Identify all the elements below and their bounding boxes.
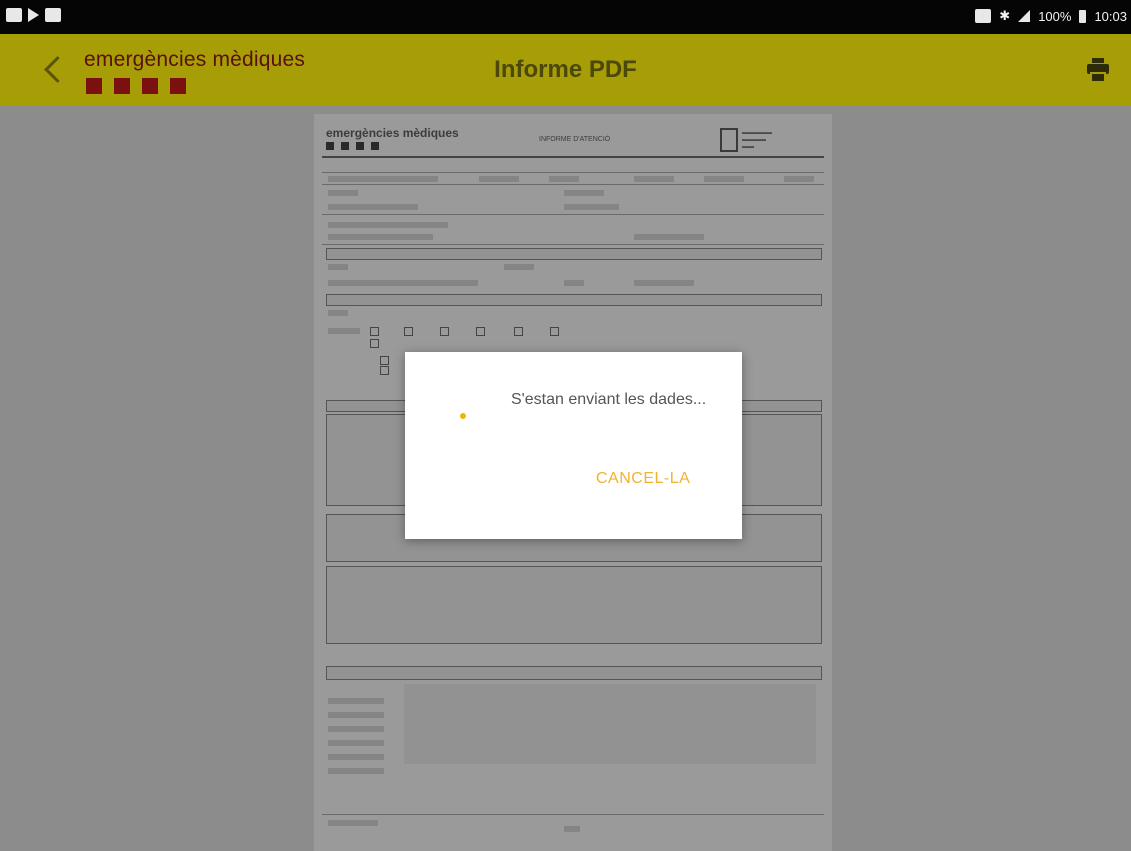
pdf-gencat-text: ▬▬▬▬▬ ▬▬▬▬ ▬▬ [742,130,772,150]
app-bar: emergències mèdiques Informe PDF [0,34,1131,106]
dialog-message: S'estan enviant les dades... [511,391,707,408]
status-bar-left-icons [6,8,61,22]
sending-dialog: S'estan enviant les dades... CANCEL-LA [405,352,742,539]
cancel-button[interactable]: CANCEL-LA [596,470,690,488]
page-title: Informe PDF [494,56,637,83]
image-icon [6,8,22,22]
loading-spinner-icon [460,413,466,419]
pdf-brand: emergències mèdiques [326,126,459,140]
battery-percent: 100% [1038,8,1072,24]
status-bar-right-icons: ✱ 100% 10:03 [975,8,1127,24]
pdf-report-title: INFORME D'ATENCIÓ [539,136,611,143]
clock: 10:03 [1094,8,1127,24]
notification-icon [45,8,61,22]
battery-icon [1079,9,1087,23]
pdf-gencat-logo [720,128,738,152]
status-bar: ✱ 100% 10:03 [0,0,1131,34]
bluetooth-icon: ✱ [999,8,1011,23]
signal-icon [1018,10,1031,22]
play-icon [28,8,39,22]
pdf-brand-squares [326,142,379,150]
cast-icon [975,9,992,23]
print-icon[interactable] [1087,58,1109,83]
